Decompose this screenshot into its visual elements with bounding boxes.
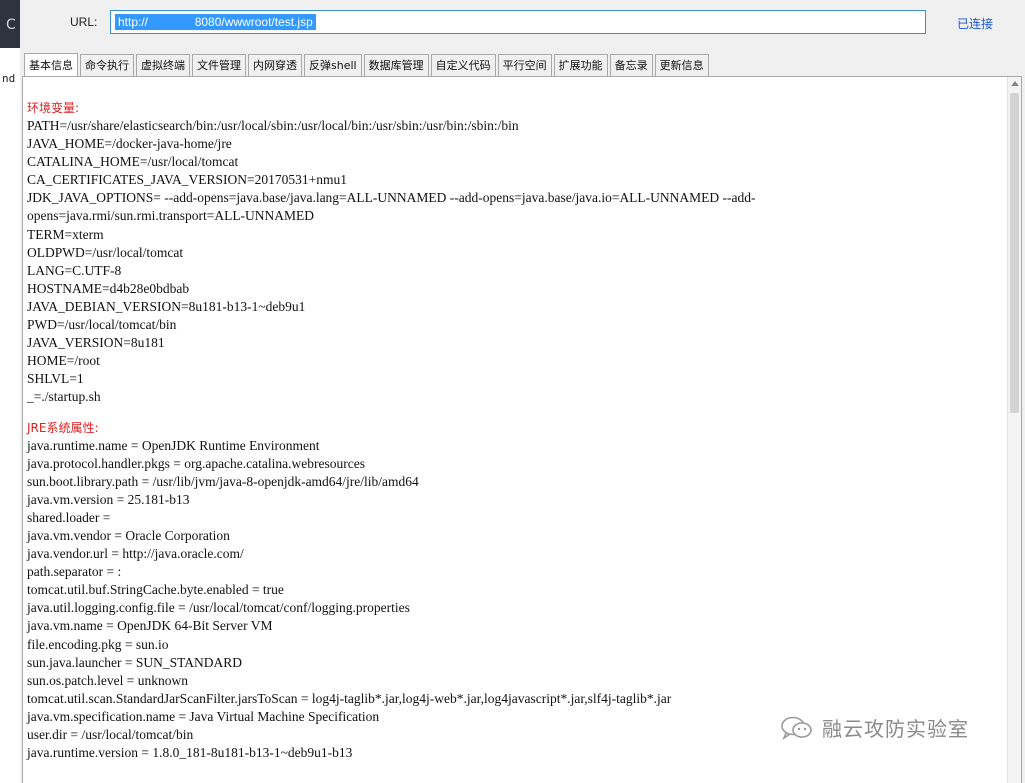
env-variable-line: PATH=/usr/share/elasticsearch/bin:/usr/l…: [27, 118, 519, 133]
wechat-icon: [780, 715, 814, 741]
env-variable-line: JAVA_VERSION=8u181: [27, 335, 165, 351]
connection-status[interactable]: 已连接: [957, 15, 993, 32]
background-window-titlebar: C: [0, 0, 20, 48]
tab-8[interactable]: 自定义代码: [430, 54, 496, 76]
basic-info-panel: 环境变量: PATH=/usr/share/elasticsearch/bin:…: [22, 76, 1022, 783]
jre-property-line: java.vm.vendor = Oracle Corporation: [27, 527, 230, 543]
tab-12[interactable]: 更新信息: [654, 54, 709, 76]
env-variable-line: CA_CERTIFICATES_JAVA_VERSION=20170531+nm…: [27, 172, 347, 188]
tab-2[interactable]: 命令执行: [80, 54, 134, 76]
env-variable-line: HOME=/root: [27, 353, 100, 369]
jre-property-line: java.util.logging.config.file = /usr/loc…: [27, 600, 410, 616]
tab-5[interactable]: 内网穿透: [248, 54, 302, 76]
tab-4[interactable]: 文件管理: [192, 54, 246, 76]
env-variable-line: TERM=xterm: [27, 226, 104, 242]
jre-property-line: sun.java.launcher = SUN_STANDARD: [27, 654, 243, 670]
url-input[interactable]: http:// 8080/wwwroot/test.jsp: [110, 10, 926, 34]
jre-property-line: java.vm.version = 25.181-b13: [27, 491, 190, 507]
tab-11[interactable]: 备忘录: [609, 54, 653, 76]
env-variable-line: JAVA_DEBIAN_VERSION=8u181-b13-1~deb9u1: [27, 298, 306, 314]
jre-property-line: java.vm.name = OpenJDK 64-Bit Server VM: [27, 618, 273, 634]
jre-property-line: file.encoding.pkg = sun.io: [27, 636, 169, 652]
env-variable-list: PATH=/usr/share/elasticsearch/bin:/usr/l…: [27, 117, 1007, 407]
tab-3[interactable]: 虚拟终端: [136, 54, 190, 76]
background-window-glyph: C: [6, 17, 16, 33]
jre-section-heading: JRE系统属性:: [27, 420, 99, 435]
background-window-text: nd: [2, 72, 16, 85]
url-label: URL:: [70, 15, 98, 29]
jre-property-line: sun.os.patch.level = unknown: [27, 672, 188, 688]
tab-6[interactable]: 反弹shell: [304, 54, 362, 76]
env-variable-line: _=./startup.sh: [27, 389, 101, 405]
scroll-up-arrow-icon[interactable]: [1011, 81, 1019, 86]
jre-property-line: sun.boot.library.path = /usr/lib/jvm/jav…: [27, 473, 419, 489]
info-text-area: 环境变量: PATH=/usr/share/elasticsearch/bin:…: [27, 99, 1007, 762]
tab-10[interactable]: 扩展功能: [553, 54, 608, 76]
jre-property-line: shared.loader =: [27, 509, 111, 525]
url-toolbar: URL: http:// 8080/wwwroot/test.jsp 已连接: [20, 0, 1025, 42]
env-variable-line: SHLVL=1: [27, 371, 84, 387]
jre-property-line: java.runtime.name = OpenJDK Runtime Envi…: [27, 437, 320, 453]
tab-9[interactable]: 平行空间: [497, 54, 552, 76]
jre-property-line: tomcat.util.buf.StringCache.byte.enabled…: [27, 582, 284, 598]
jre-property-line: java.vendor.url = http://java.oracle.com…: [27, 546, 244, 562]
scroll-thumb[interactable]: [1010, 93, 1019, 413]
env-variable-line: PWD=/usr/local/tomcat/bin: [27, 317, 177, 333]
env-variable-line: CATALINA_HOME=/usr/local/tomcat: [27, 154, 239, 170]
env-variable-line: JAVA_HOME=/docker-java-home/jre: [27, 136, 232, 152]
env-variable-line: OLDPWD=/usr/local/tomcat: [27, 244, 184, 260]
jre-property-line: tomcat.util.scan.StandardJarScanFilter.j…: [27, 690, 672, 706]
tab-bar: 基本信息 命令执行 虚拟终端 文件管理 内网穿透 反弹shell 数据库管理 自定义代码 平行空…: [24, 53, 711, 76]
background-window-strip: C nd: [0, 0, 20, 783]
webshell-manager-window: URL: http:// 8080/wwwroot/test.jsp 已连接 基…: [20, 0, 1025, 783]
jre-property-line: path.separator = :: [27, 564, 122, 580]
watermark-text: 融云攻防实验室: [822, 717, 969, 741]
tab-1[interactable]: 基本信息: [24, 53, 78, 76]
env-variable-line: JDK_JAVA_OPTIONS= --add-opens=java.base/…: [27, 190, 756, 224]
tab-7[interactable]: 数据库管理: [363, 54, 429, 76]
jre-property-line: java.runtime.version = 1.8.0_181-8u181-b…: [27, 745, 353, 761]
url-input-value[interactable]: http:// 8080/wwwroot/test.jsp: [115, 14, 316, 30]
watermark: 融云攻防实验室: [780, 713, 969, 742]
env-section-heading: 环境变量:: [27, 101, 80, 115]
env-variable-line: HOSTNAME=d4b28e0bdbab: [27, 280, 190, 296]
vertical-scrollbar[interactable]: [1007, 77, 1021, 783]
jre-property-line: java.protocol.handler.pkgs = org.apache.…: [27, 455, 365, 471]
env-variable-line: LANG=C.UTF-8: [27, 262, 122, 278]
